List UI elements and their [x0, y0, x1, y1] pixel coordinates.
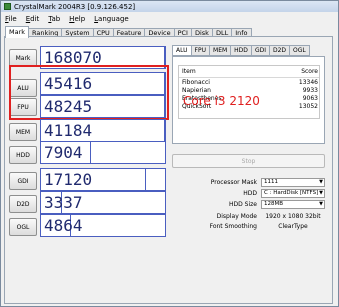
hdd-select[interactable]: C : HardDisk [NTFS] ▼ [261, 189, 325, 198]
highlight-box [9, 65, 169, 120]
detail-tabs: ALU FPU MEM HDD GDI D2D OGL [172, 45, 310, 56]
display-mode-value: 1920 x 1080 32bit [265, 213, 321, 220]
menu-edit[interactable]: Edit [26, 15, 40, 23]
hdd-score-value: 7904 [44, 143, 83, 162]
d2d-score-value: 3337 [44, 193, 83, 212]
chevron-down-icon: ▼ [319, 201, 323, 207]
row-item: Fibonacci [182, 79, 210, 86]
hdd-size-select[interactable]: 128MB ▼ [261, 200, 325, 209]
header-divider [179, 77, 319, 78]
row-score: 13052 [298, 103, 318, 110]
d2d-button[interactable]: D2D [9, 195, 37, 213]
font-smoothing-value: ClearType [278, 223, 308, 230]
menu-language[interactable]: Language [94, 15, 129, 23]
detail-tab-d2d[interactable]: D2D [268, 45, 291, 56]
hdd-label: HDD [243, 190, 257, 197]
detail-tab-gdi[interactable]: GDI [250, 45, 270, 56]
mem-score-box: 41184 [40, 119, 166, 142]
row-score: 9933 [302, 87, 318, 94]
gdi-score-box: 17120 [40, 168, 166, 191]
chevron-down-icon: ▼ [319, 179, 323, 185]
cpu-annotation: Core i3 2120 [183, 94, 260, 108]
mem-button[interactable]: MEM [9, 123, 37, 141]
ogl-score-value: 4864 [44, 216, 83, 235]
detail-tab-ogl[interactable]: OGL [289, 45, 310, 56]
processor-mask-select[interactable]: 1111 ▼ [261, 178, 325, 187]
menu-tab[interactable]: Tab [48, 15, 60, 23]
hdd-size-label: HDD Size [229, 201, 257, 208]
menu-bar: File Edit Tab Help Language [1, 14, 338, 24]
app-icon [4, 3, 11, 10]
ogl-button[interactable]: OGL [9, 218, 37, 236]
menu-file[interactable]: File [5, 15, 17, 23]
header-score: Score [301, 68, 318, 75]
hdd-score-box: 7904 [40, 141, 166, 164]
processor-mask-label: Processor Mask [210, 179, 257, 186]
ogl-score-box: 4864 [40, 214, 166, 237]
hdd-value: C : HardDisk [NTFS] [264, 190, 319, 196]
chevron-down-icon: ▼ [319, 190, 323, 196]
display-mode-label: Display Mode [216, 213, 257, 220]
row-score: 9063 [302, 95, 318, 102]
gdi-score-value: 17120 [44, 170, 93, 189]
detail-tab-alu[interactable]: ALU [172, 45, 192, 56]
font-smoothing-label: Font Smoothing [209, 223, 257, 230]
title-bar: CrystalMark 2004R3 [0.9.126.452] [1, 1, 338, 12]
hdd-size-value: 128MB [264, 201, 284, 207]
tab-mark[interactable]: Mark [5, 26, 30, 38]
row-score: 13346 [298, 79, 318, 86]
header-item: Item [182, 68, 196, 75]
window-title: CrystalMark 2004R3 [0.9.126.452] [14, 2, 136, 11]
stop-button[interactable]: Stop [172, 154, 325, 168]
mem-score-value: 41184 [44, 121, 93, 140]
detail-table: Item Score Fibonacci 13346 Napierian 993… [178, 65, 320, 119]
detail-tab-hdd[interactable]: HDD [230, 45, 252, 56]
processor-mask-value: 1111 [264, 179, 278, 185]
table-header: Item Score [182, 68, 318, 76]
table-row[interactable]: Fibonacci 13346 [182, 79, 318, 87]
gdi-button[interactable]: GDI [9, 172, 37, 190]
menu-help[interactable]: Help [69, 15, 85, 23]
detail-tab-mem[interactable]: MEM [209, 45, 232, 56]
detail-tab-fpu[interactable]: FPU [190, 45, 211, 56]
hdd-button[interactable]: HDD [9, 146, 37, 164]
d2d-score-box: 3337 [40, 191, 166, 214]
